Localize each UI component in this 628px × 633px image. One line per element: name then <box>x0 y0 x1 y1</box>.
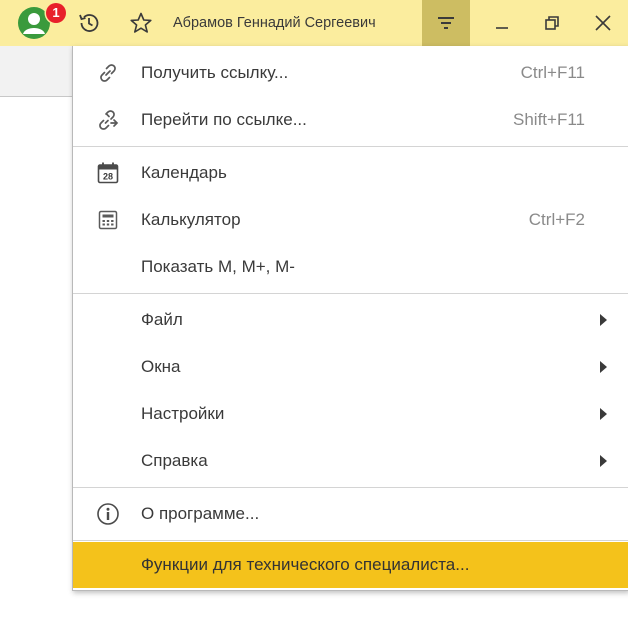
title-bar: 1 Абрамов Геннадий Сергеевич <box>0 0 628 46</box>
menu-item-settings[interactable]: Настройки <box>73 391 628 437</box>
menu-item-label: Функции для технического специалиста... <box>141 555 470 574</box>
submenu-arrow-icon <box>600 361 607 373</box>
menu-item-technical-specialist-functions[interactable]: Функции для технического специалиста... <box>73 542 628 588</box>
go-to-link-icon <box>95 107 121 133</box>
menu-item-shortcut: Ctrl+F11 <box>520 63 585 82</box>
menu-item-label: Файл <box>141 310 183 329</box>
restore-icon <box>545 16 559 30</box>
submenu-arrow-icon <box>600 455 607 467</box>
star-icon <box>130 12 152 33</box>
menu-item-help[interactable]: Справка <box>73 438 628 484</box>
menu-item-calculator[interactable]: Калькулятор Ctrl+F2 <box>73 197 628 243</box>
menu-item-label: О программе... <box>141 504 260 523</box>
menu-item-label: Калькулятор <box>141 210 241 229</box>
restore-button[interactable] <box>528 0 576 46</box>
calendar-day-number: 28 <box>103 172 113 182</box>
submenu-arrow-icon <box>600 314 607 326</box>
menu-item-label: Показать M, M+, M- <box>141 257 295 276</box>
menu-item-label: Окна <box>141 357 181 376</box>
menu-item-label: Календарь <box>141 163 227 182</box>
minimize-icon <box>496 27 508 29</box>
menu-item-file[interactable]: Файл <box>73 297 628 343</box>
menu-item-about[interactable]: О программе... <box>73 491 628 537</box>
menu-item-label: Справка <box>141 451 208 470</box>
menu-item-get-link[interactable]: Получить ссылку... Ctrl+F11 <box>73 50 628 96</box>
menu-item-calendar[interactable]: 28 Календарь <box>73 150 628 196</box>
menu-item-label: Получить ссылку... <box>141 63 289 82</box>
menu-item-label: Перейти по ссылке... <box>141 110 307 129</box>
window-panel-behind-menu <box>0 46 74 97</box>
link-icon <box>95 60 121 86</box>
menu-item-label: Настройки <box>141 404 225 423</box>
menu-item-shortcut: Shift+F11 <box>513 110 585 129</box>
user-avatar-button[interactable]: 1 <box>10 0 66 46</box>
info-icon <box>95 501 121 527</box>
menu-separator <box>73 146 628 147</box>
calculator-icon <box>95 207 121 233</box>
menu-item-shortcut: Ctrl+F2 <box>528 210 585 229</box>
menu-separator <box>73 293 628 294</box>
submenu-arrow-icon <box>600 408 607 420</box>
close-icon <box>595 15 611 31</box>
history-icon <box>79 14 99 32</box>
notification-badge: 1 <box>46 3 66 23</box>
main-menu-icon <box>438 17 454 29</box>
main-menu-dropdown: Получить ссылку... Ctrl+F11 Перейти по с… <box>72 46 628 591</box>
menu-item-go-to-link[interactable]: Перейти по ссылке... Shift+F11 <box>73 97 628 143</box>
minimize-button[interactable] <box>478 0 526 46</box>
user-name[interactable]: Абрамов Геннадий Сергеевич <box>173 0 376 46</box>
close-button[interactable] <box>578 0 628 46</box>
menu-separator <box>73 487 628 488</box>
favorites-button[interactable] <box>122 0 160 46</box>
menu-item-show-memory[interactable]: Показать M, M+, M- <box>73 244 628 290</box>
calendar-icon: 28 <box>95 160 121 186</box>
menu-separator <box>73 540 628 541</box>
menu-item-windows[interactable]: Окна <box>73 344 628 390</box>
history-button[interactable] <box>70 0 108 46</box>
main-menu-button[interactable] <box>422 0 470 46</box>
